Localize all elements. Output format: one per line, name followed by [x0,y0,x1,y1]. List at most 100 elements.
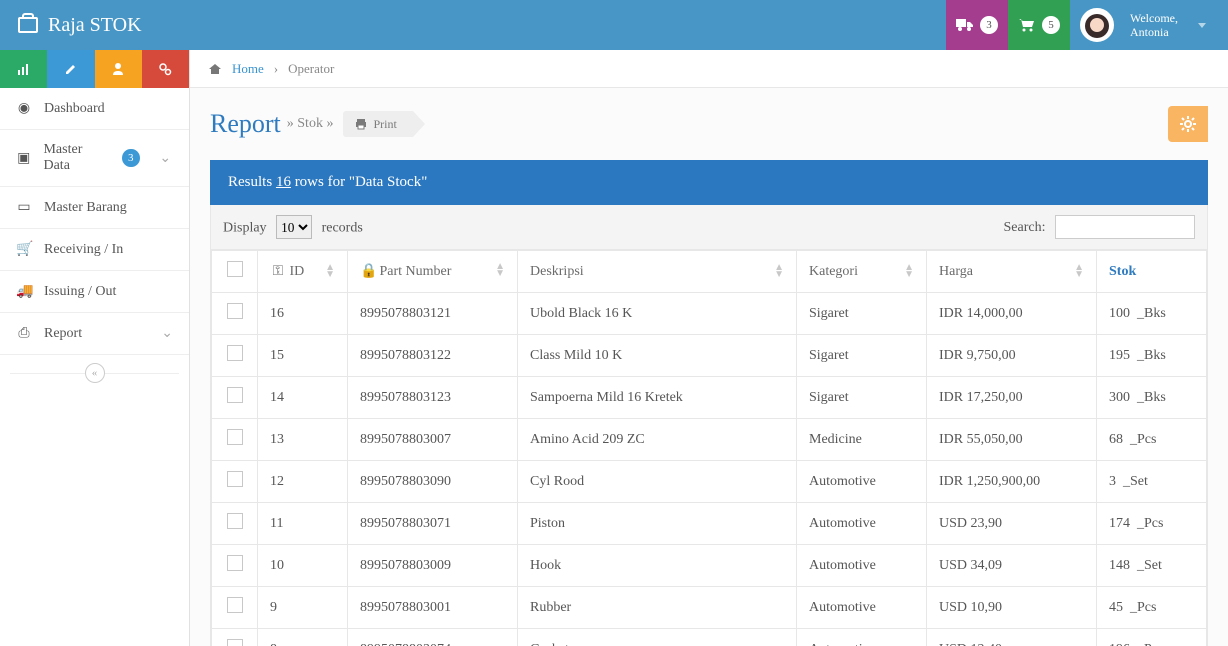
row-checkbox[interactable] [227,303,243,319]
quick-stats-button[interactable] [0,50,47,88]
truck-icon: 🚚 [16,283,32,300]
cell-cat: Medicine [797,419,927,461]
cell-part: 8995078803001 [348,587,518,629]
sidebar-item-master-data[interactable]: ▣ Master Data 3 ⌄ [0,130,189,187]
master-data-badge: 3 [122,149,139,167]
cell-desc: Piston [518,503,797,545]
col-part[interactable]: 🔒 Part Number▲▼ [348,251,518,293]
table-row[interactable]: 138995078803007Amino Acid 209 ZCMedicine… [212,419,1207,461]
double-chevron-left-icon: « [85,363,105,383]
cart-button[interactable]: 5 [1008,0,1070,50]
cell-part: 8995078803121 [348,293,518,335]
table-row[interactable]: 158995078803122Class Mild 10 KSigaretIDR… [212,335,1207,377]
print-button[interactable]: Print [343,111,412,137]
cell-price: USD 12,40 [927,629,1097,646]
cell-cat: Sigaret [797,377,927,419]
sidebar-collapse-button[interactable]: « [0,355,189,391]
page-sub: » Stok » [287,116,334,132]
cell-stock: 196 _Pcs [1097,629,1207,646]
cell-stock: 195 _Bks [1097,335,1207,377]
cell-price: USD 23,90 [927,503,1097,545]
user-icon [111,62,125,76]
cell-id: 10 [258,545,348,587]
select-all-checkbox[interactable] [227,261,243,277]
cell-id: 9 [258,587,348,629]
cell-id: 13 [258,419,348,461]
results-summary: Results 16 rows for "Data Stock" [210,160,1208,205]
col-stock[interactable]: Stok [1097,251,1207,293]
sidebar-item-label: Issuing / Out [44,284,116,300]
cell-cat: Automotive [797,545,927,587]
search-control: Search: [1004,215,1195,239]
cell-stock: 300 _Bks [1097,377,1207,419]
cell-part: 8995078803074 [348,629,518,646]
cell-cat: Automotive [797,587,927,629]
sidebar-item-master-barang[interactable]: ▭ Master Barang [0,187,189,229]
col-cat[interactable]: Kategori▲▼ [797,251,927,293]
cell-price: IDR 17,250,00 [927,377,1097,419]
cell-part: 8995078803007 [348,419,518,461]
col-id[interactable]: ⚿ ID▲▼ [258,251,348,293]
table-row[interactable]: 88995078803074GasketAutomotiveUSD 12,401… [212,629,1207,646]
sidebar-item-issuing[interactable]: 🚚 Issuing / Out [0,271,189,313]
key-icon: ⚿ [270,264,286,280]
row-checkbox[interactable] [227,513,243,529]
cell-stock: 68 _Pcs [1097,419,1207,461]
row-checkbox[interactable] [227,345,243,361]
briefcase-icon: ▣ [16,150,31,167]
cell-id: 16 [258,293,348,335]
shipments-badge: 3 [980,16,998,34]
table-row[interactable]: 128995078803090Cyl RoodAutomotiveIDR 1,2… [212,461,1207,503]
table-row[interactable]: 98995078803001RubberAutomotiveUSD 10,904… [212,587,1207,629]
cell-stock: 3 _Set [1097,461,1207,503]
cell-price: IDR 1,250,900,00 [927,461,1097,503]
page-settings-button[interactable] [1168,106,1208,142]
row-checkbox[interactable] [227,387,243,403]
chevron-down-icon: ⌄ [161,325,173,342]
pencil-icon [64,62,78,76]
cart-badge: 5 [1042,16,1060,34]
row-checkbox[interactable] [227,639,243,646]
cell-price: USD 10,90 [927,587,1097,629]
sidebar-item-label: Dashboard [44,101,105,117]
cell-part: 8995078803122 [348,335,518,377]
breadcrumb-home[interactable]: Home [232,61,264,77]
row-checkbox[interactable] [227,555,243,571]
chevron-down-icon: ⌄ [158,150,173,167]
sidebar-item-receiving[interactable]: 🛒 Receiving / In [0,229,189,271]
page-size-select[interactable]: 10 [276,215,312,239]
user-menu[interactable]: Welcome, Antonia [1070,0,1228,50]
row-checkbox[interactable] [227,429,243,445]
row-checkbox[interactable] [227,597,243,613]
quick-edit-button[interactable] [47,50,94,88]
breadcrumb-current: Operator [288,61,334,77]
table-row[interactable]: 148995078803123Sampoerna Mild 16 KretekS… [212,377,1207,419]
sidebar-item-dashboard[interactable]: ◉ Dashboard [0,88,189,130]
cell-stock: 45 _Pcs [1097,587,1207,629]
col-price[interactable]: Harga▲▼ [927,251,1097,293]
table-row[interactable]: 118995078803071PistonAutomotiveUSD 23,90… [212,503,1207,545]
table-row[interactable]: 108995078803009HookAutomotiveUSD 34,0914… [212,545,1207,587]
cell-stock: 100 _Bks [1097,293,1207,335]
brand[interactable]: Raja STOK [0,14,160,37]
search-input[interactable] [1055,215,1195,239]
sidebar-item-label: Report [44,326,82,342]
table-row[interactable]: 168995078803121Ubold Black 16 KSigaretID… [212,293,1207,335]
quick-settings-button[interactable] [142,50,189,88]
cell-part: 8995078803071 [348,503,518,545]
inbox-icon [18,17,38,33]
bars-icon [17,62,31,76]
cell-stock: 174 _Pcs [1097,503,1207,545]
cogs-icon [158,62,172,76]
cell-cat: Sigaret [797,293,927,335]
row-checkbox[interactable] [227,471,243,487]
truck-icon [956,18,974,32]
quick-user-button[interactable] [95,50,142,88]
gear-icon [1179,115,1197,133]
sidebar-item-report[interactable]: ⎙ Report ⌄ [0,313,189,355]
avatar [1080,8,1114,42]
col-desc[interactable]: Deskripsi▲▼ [518,251,797,293]
printer-icon: ⎙ [16,326,32,342]
cell-cat: Automotive [797,503,927,545]
shipments-button[interactable]: 3 [946,0,1008,50]
